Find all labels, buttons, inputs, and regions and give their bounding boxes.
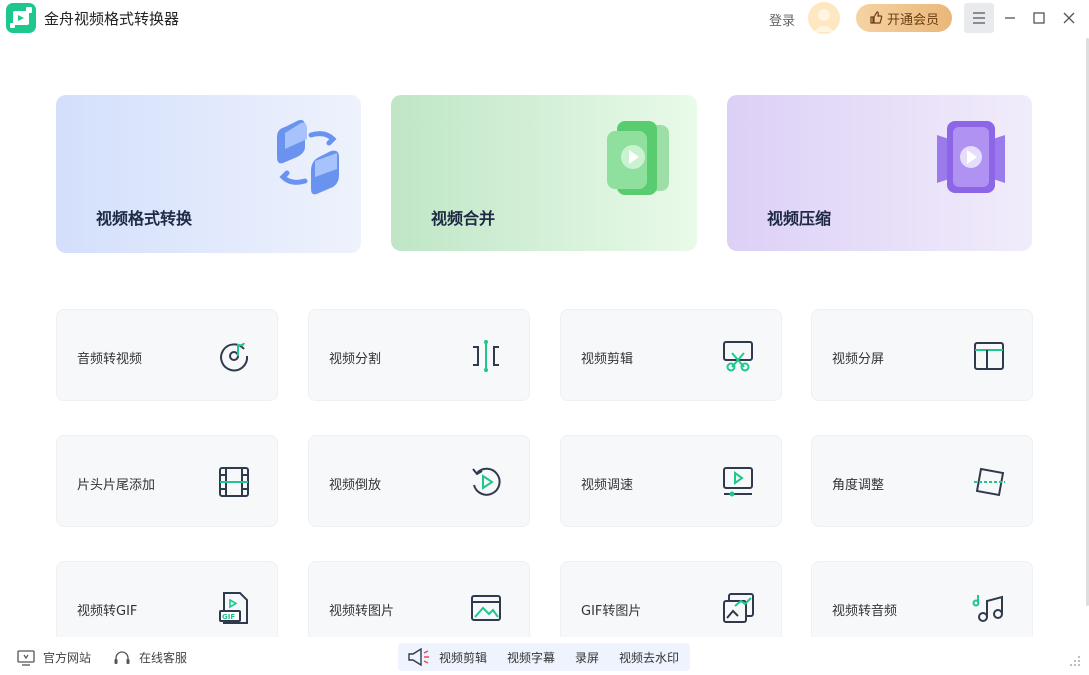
promo-watermark-remove[interactable]: 视频去水印	[619, 649, 679, 666]
avatar[interactable]	[808, 2, 840, 34]
monitor-icon	[17, 649, 35, 666]
promo-video-edit[interactable]: 视频剪辑	[439, 649, 487, 666]
tool-video-split[interactable]: 视频分割	[308, 309, 530, 401]
music-note-icon	[972, 595, 1003, 622]
tool-label: 角度调整	[832, 478, 885, 493]
promo-video-subtitle[interactable]: 视频字幕	[507, 649, 555, 666]
tool-label: 视频转图片	[329, 604, 395, 619]
tool-video-speed[interactable]: 视频调速	[560, 435, 782, 527]
feature-card-label: 视频格式转换	[96, 209, 193, 228]
bottom-bar: 官方网站 在线客服 视频剪辑 视频字幕 录屏 视频去水印	[0, 640, 1089, 675]
feature-card-label: 视频压缩	[767, 209, 832, 228]
reverse-play-icon	[472, 467, 501, 496]
app-title: 金舟视频格式转换器	[44, 10, 180, 28]
speed-icon	[723, 467, 753, 497]
tool-label: 视频剪辑	[581, 352, 634, 367]
tool-video-reverse[interactable]: 视频倒放	[308, 435, 530, 527]
login-link[interactable]: 登录	[769, 10, 795, 29]
feature-card-video-merge[interactable]: 视频合并	[391, 95, 697, 251]
rotate-angle-icon	[974, 467, 1005, 497]
video-compress-icon	[937, 121, 1005, 193]
promo-screen-record[interactable]: 录屏	[575, 649, 599, 666]
feature-card-format-convert[interactable]: 视频格式转换	[56, 95, 361, 253]
official-website-label: 官方网站	[43, 651, 92, 665]
scissors-icon	[723, 341, 753, 372]
video-merge-icon	[607, 121, 669, 195]
tool-label: GIF转图片	[581, 604, 642, 619]
tool-audio-to-video[interactable]: 音频转视频	[56, 309, 278, 401]
vip-button-label: 开通会员	[886, 12, 939, 28]
gallery-icon	[723, 593, 754, 623]
maximize-button[interactable]	[1024, 3, 1054, 33]
tool-label: 片头片尾添加	[77, 478, 156, 493]
tool-split-screen[interactable]: 视频分屏	[811, 309, 1033, 401]
menu-button[interactable]	[964, 3, 994, 33]
promo-bar: 视频剪辑 视频字幕 录屏 视频去水印	[398, 643, 690, 671]
split-screen-icon	[974, 342, 1004, 370]
headset-icon	[114, 650, 130, 664]
vip-button[interactable]: 开通会员	[856, 4, 952, 32]
film-strip-icon	[219, 467, 249, 497]
close-icon	[1063, 12, 1075, 24]
hamburger-icon	[973, 12, 985, 24]
tool-label: 视频转GIF	[77, 604, 138, 619]
tool-label: 视频转音频	[832, 604, 898, 619]
tool-label: 视频分割	[329, 352, 382, 367]
tool-label: 视频分屏	[832, 352, 885, 367]
feature-card-video-compress[interactable]: 视频压缩	[727, 95, 1032, 251]
tool-angle-adjust[interactable]: 角度调整	[811, 435, 1033, 527]
megaphone-icon	[408, 648, 429, 666]
tool-label: 视频调速	[581, 478, 634, 493]
title-bar: 金舟视频格式转换器 登录 开通会员	[0, 0, 1089, 36]
minimize-button[interactable]	[995, 3, 1025, 33]
user-avatar-icon	[808, 2, 840, 34]
official-website-link[interactable]: 官方网站	[17, 649, 91, 666]
online-support-link[interactable]: 在线客服	[113, 649, 187, 666]
format-convert-icon	[277, 119, 339, 195]
thumb-up-icon	[870, 11, 883, 24]
maximize-icon	[1033, 12, 1045, 24]
split-icon	[473, 340, 499, 372]
feature-card-label: 视频合并	[431, 209, 496, 228]
image-icon	[471, 595, 501, 621]
audio-disc-icon	[220, 342, 249, 372]
online-support-label: 在线客服	[139, 651, 188, 665]
svg-text:GIF: GIF	[222, 613, 235, 621]
tool-video-cut[interactable]: 视频剪辑	[560, 309, 782, 401]
tool-intro-outro[interactable]: 片头片尾添加	[56, 435, 278, 527]
app-logo-icon	[6, 3, 36, 33]
tool-label: 视频倒放	[329, 478, 382, 493]
resize-grip-icon[interactable]	[1068, 654, 1082, 668]
tool-label: 音频转视频	[77, 352, 143, 367]
gif-file-icon: GIF	[219, 592, 248, 624]
minimize-icon	[1005, 17, 1015, 19]
close-button[interactable]	[1054, 3, 1084, 33]
